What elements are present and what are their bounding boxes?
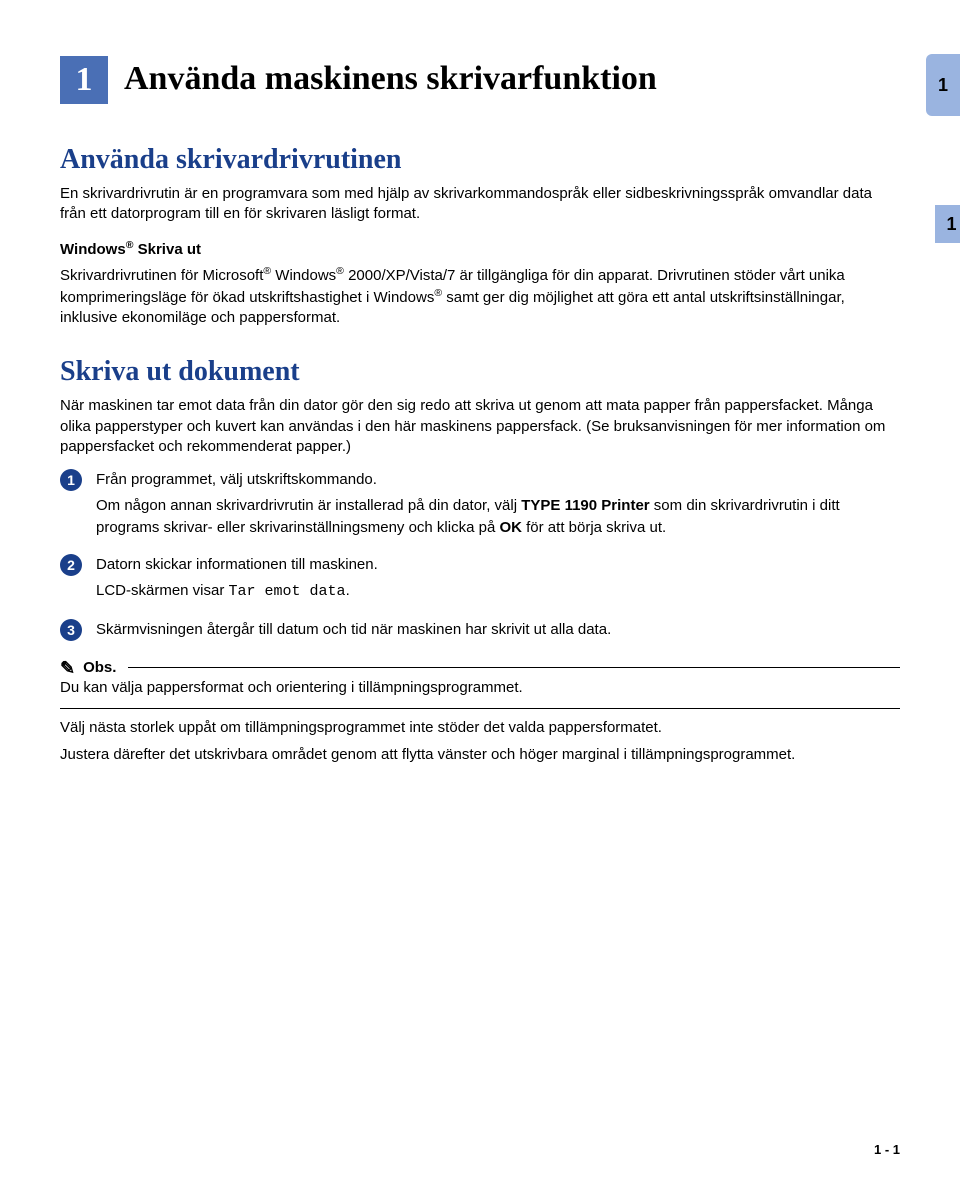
step-1-line2: Om någon annan skrivardrivrutin är insta… bbox=[96, 495, 900, 539]
note-divider bbox=[60, 708, 900, 709]
step-1: 1 Från programmet, välj utskriftskommand… bbox=[60, 469, 900, 538]
subhead-pre: Windows bbox=[60, 241, 126, 258]
chapter-number-badge: 1 bbox=[60, 56, 108, 104]
note-pencil-icon: ✎ bbox=[60, 659, 75, 677]
reg-mark-icon: ® bbox=[263, 265, 271, 277]
step-2-line1: Datorn skickar informationen till maskin… bbox=[96, 554, 900, 576]
step-3: 3 Skärmvisningen återgår till datum och … bbox=[60, 619, 900, 641]
print-intro-paragraph: När maskinen tar emot data från din dato… bbox=[60, 396, 900, 457]
steps-list: 1 Från programmet, välj utskriftskommand… bbox=[60, 469, 900, 641]
intro-paragraph: En skrivardrivrutin är en programvara so… bbox=[60, 184, 900, 225]
subhead-post: Skriva ut bbox=[133, 241, 201, 258]
reg-mark-icon: ® bbox=[336, 265, 344, 277]
note-block: ✎ Obs. Du kan välja pappersformat och or… bbox=[60, 659, 900, 763]
note-header-rule bbox=[128, 667, 900, 668]
windows-subheading: Windows® Skriva ut bbox=[60, 239, 900, 258]
page: 1 1 Använda maskinens skrivarfunktion An… bbox=[0, 0, 960, 1187]
section-heading-driver: Använda skrivardrivrutinen bbox=[60, 144, 900, 176]
side-chapter-tab-secondary: 1 bbox=[935, 205, 960, 243]
note-line1: Du kan välja pappersformat och orienteri… bbox=[60, 679, 900, 696]
step-bullet: 2 bbox=[60, 554, 82, 576]
chapter-title: Använda maskinens skrivarfunktion bbox=[124, 60, 657, 98]
para2-a: Skrivardrivrutinen för Microsoft bbox=[60, 267, 263, 284]
section-heading-print: Skriva ut dokument bbox=[60, 356, 900, 388]
step-2-line2-b: . bbox=[346, 582, 350, 599]
reg-mark-icon: ® bbox=[434, 287, 442, 299]
step-1-line2-c: för att börja skriva ut. bbox=[522, 519, 666, 536]
step-2-line2: LCD-skärmen visar Tar emot data. bbox=[96, 580, 900, 603]
step-2-line2-a: LCD-skärmen visar bbox=[96, 582, 229, 599]
driver-paragraph: Skrivardrivrutinen för Microsoft® Window… bbox=[60, 264, 900, 329]
step-bullet: 3 bbox=[60, 619, 82, 641]
step-2: 2 Datorn skickar informationen till mask… bbox=[60, 554, 900, 603]
step-bullet: 1 bbox=[60, 469, 82, 491]
printer-type-bold: TYPE 1190 Printer bbox=[521, 497, 649, 514]
note-line2: Välj nästa storlek uppåt om tillämpnings… bbox=[60, 719, 900, 736]
side-chapter-tab: 1 bbox=[926, 54, 960, 116]
page-number: 1 - 1 bbox=[874, 1142, 900, 1157]
note-header: ✎ Obs. bbox=[60, 659, 900, 677]
para2-b: Windows bbox=[271, 267, 336, 284]
note-line3: Justera därefter det utskrivbara området… bbox=[60, 746, 900, 763]
spacer bbox=[60, 736, 900, 746]
step-1-line1: Från programmet, välj utskriftskommando. bbox=[96, 469, 900, 491]
step-1-line2-a: Om någon annan skrivardrivrutin är insta… bbox=[96, 497, 521, 514]
ok-bold: OK bbox=[499, 519, 522, 536]
step-3-line1: Skärmvisningen återgår till datum och ti… bbox=[96, 619, 900, 641]
chapter-header: 1 Använda maskinens skrivarfunktion bbox=[60, 56, 900, 104]
lcd-text-mono: Tar emot data bbox=[229, 583, 346, 600]
note-label: Obs. bbox=[83, 659, 116, 676]
